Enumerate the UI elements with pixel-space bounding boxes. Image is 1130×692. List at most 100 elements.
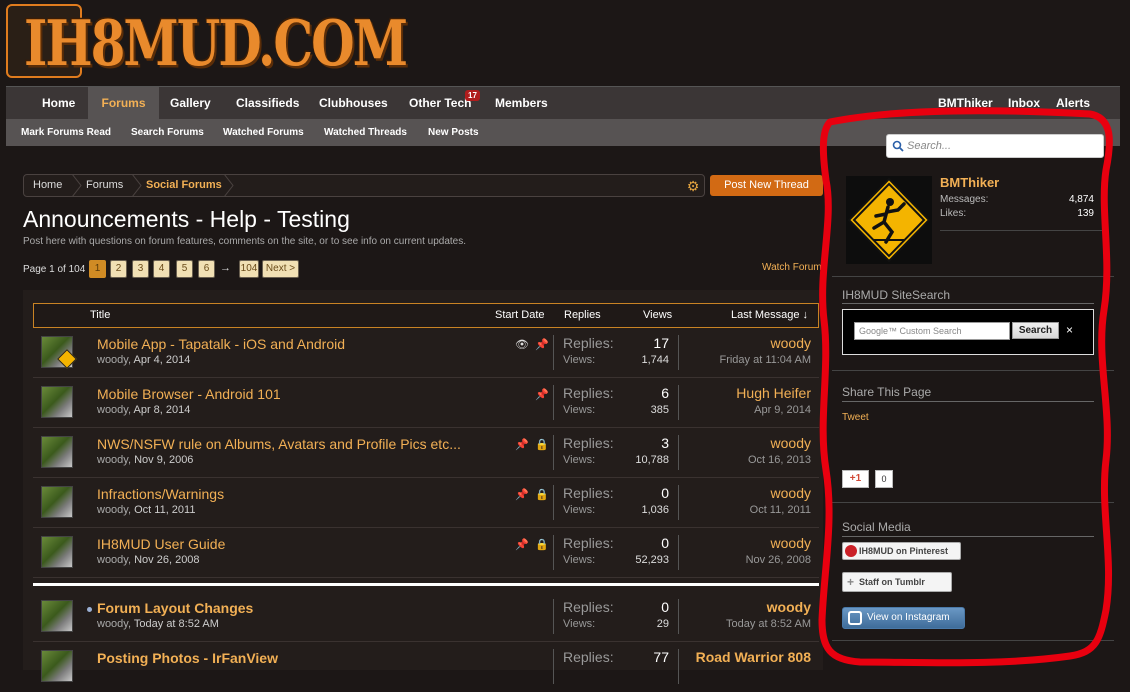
- divider: [553, 535, 554, 570]
- nav-classifieds[interactable]: Classifieds: [226, 87, 309, 120]
- social-media-heading: Social Media: [842, 520, 911, 534]
- page-link-3[interactable]: 3: [132, 260, 149, 278]
- google-search-button[interactable]: Search: [1012, 322, 1059, 339]
- avatar[interactable]: [41, 386, 73, 418]
- last-message-date[interactable]: Nov 26, 2008: [746, 554, 811, 566]
- google-plus-button[interactable]: +1: [842, 470, 869, 488]
- user-name[interactable]: BMThiker: [940, 175, 999, 190]
- avatar[interactable]: [41, 600, 73, 632]
- thread-author[interactable]: woody: [97, 554, 128, 566]
- next-page-link[interactable]: Next >: [262, 260, 299, 278]
- last-message-user[interactable]: woody: [771, 335, 811, 351]
- search-forums-link[interactable]: Search Forums: [131, 119, 204, 146]
- col-replies[interactable]: Replies: [564, 304, 601, 327]
- thread-title[interactable]: Infractions/Warnings: [97, 486, 224, 502]
- nav-home[interactable]: Home: [32, 87, 85, 120]
- thread-title[interactable]: NWS/NSFW rule on Albums, Avatars and Pro…: [97, 436, 461, 452]
- breadcrumb-home[interactable]: Home: [33, 175, 62, 196]
- site-search-heading: IH8MUD SiteSearch: [842, 288, 951, 302]
- views-label: Views:: [563, 504, 596, 516]
- thread-author[interactable]: woody: [97, 454, 128, 466]
- thread-date: Nov 9, 2006: [134, 454, 194, 466]
- nav-members[interactable]: Members: [485, 87, 558, 120]
- sticky-divider: [33, 583, 819, 586]
- page-link-1[interactable]: 1: [89, 260, 106, 278]
- col-views[interactable]: Views: [643, 304, 672, 327]
- thread-author[interactable]: woody: [97, 354, 128, 366]
- pinterest-label: IH8MUD on Pinterest: [859, 546, 949, 556]
- divider: [832, 502, 1114, 503]
- breadcrumb-separator: [131, 174, 142, 197]
- thread-title[interactable]: Mobile Browser - Android 101: [97, 386, 281, 402]
- last-message-user[interactable]: woody: [771, 435, 811, 451]
- thread-title[interactable]: IH8MUD User Guide: [97, 536, 225, 552]
- avatar[interactable]: [41, 536, 73, 568]
- watched-forums-link[interactable]: Watched Forums: [223, 119, 304, 146]
- gear-icon[interactable]: ⚙: [685, 178, 701, 194]
- last-message-user[interactable]: woody: [771, 535, 811, 551]
- nav-gallery[interactable]: Gallery: [160, 87, 221, 120]
- nav-inbox[interactable]: Inbox: [998, 87, 1050, 120]
- replies-label: Replies:: [563, 335, 614, 351]
- thread-meta: woody, Apr 4, 2014: [97, 354, 191, 366]
- page-link-5[interactable]: 5: [176, 260, 193, 278]
- thread-author[interactable]: woody: [97, 404, 128, 416]
- tweet-button[interactable]: Tweet: [842, 412, 869, 423]
- mark-forums-read-link[interactable]: Mark Forums Read: [21, 119, 111, 146]
- views-count: 29: [656, 618, 669, 630]
- page-link-2[interactable]: 2: [110, 260, 127, 278]
- thread-title[interactable]: Forum Layout Changes: [97, 600, 253, 616]
- last-message-user[interactable]: Road Warrior 808: [696, 649, 811, 665]
- watch-forum-link[interactable]: Watch Forum: [762, 262, 822, 273]
- last-message-date[interactable]: Oct 11, 2011: [750, 504, 811, 516]
- page-label: Page 1 of 104: [23, 264, 86, 275]
- col-last-message[interactable]: Last Message ↓: [731, 304, 808, 327]
- last-message-user[interactable]: woody: [771, 485, 811, 501]
- page-link-4[interactable]: 4: [153, 260, 170, 278]
- post-new-thread-button[interactable]: Post New Thread: [710, 175, 823, 196]
- col-start-date[interactable]: Start Date: [495, 304, 545, 327]
- breadcrumb-social-forums[interactable]: Social Forums: [146, 175, 222, 196]
- table-row: Mobile Browser - Android 101 woody, Apr …: [33, 378, 819, 428]
- last-message-date[interactable]: Apr 9, 2014: [754, 404, 811, 416]
- site-logo[interactable]: IH8MUD.COM: [6, 4, 408, 80]
- replies-label: Replies:: [563, 599, 614, 615]
- nav-clubhouses[interactable]: Clubhouses: [309, 87, 398, 120]
- col-title[interactable]: Title: [90, 304, 110, 327]
- tumblr-button[interactable]: + Staff on Tumblr: [842, 572, 952, 592]
- likes-count[interactable]: 139: [1054, 208, 1094, 219]
- divider: [832, 370, 1114, 371]
- last-message-date[interactable]: Today at 8:52 AM: [726, 618, 811, 630]
- avatar[interactable]: [41, 650, 73, 682]
- instagram-button[interactable]: View on Instagram: [842, 607, 965, 629]
- messages-count[interactable]: 4,874: [1054, 194, 1094, 205]
- clear-search-icon[interactable]: ×: [1066, 323, 1073, 337]
- divider: [678, 435, 679, 470]
- avatar[interactable]: [41, 436, 73, 468]
- nav-forums[interactable]: Forums: [88, 87, 159, 120]
- watched-threads-link[interactable]: Watched Threads: [324, 119, 407, 146]
- thread-author[interactable]: woody: [97, 618, 128, 630]
- likes-label: Likes:: [940, 208, 967, 219]
- breadcrumb-forums[interactable]: Forums: [86, 175, 123, 196]
- thread-title[interactable]: Mobile App - Tapatalk - iOS and Android: [97, 336, 345, 352]
- page-link-6[interactable]: 6: [198, 260, 215, 278]
- last-message-user[interactable]: woody: [767, 599, 811, 615]
- google-search-input[interactable]: Google™ Custom Search: [854, 322, 1010, 340]
- search-input[interactable]: Search...: [886, 134, 1104, 158]
- views-count: 1,036: [641, 504, 669, 516]
- last-message-date[interactable]: Oct 16, 2013: [748, 454, 811, 466]
- last-message-user[interactable]: Hugh Heifer: [736, 385, 811, 401]
- nav-alerts[interactable]: Alerts: [1046, 87, 1100, 120]
- avatar[interactable]: [41, 486, 73, 518]
- user-avatar[interactable]: [846, 176, 932, 264]
- last-message-date[interactable]: Friday at 11:04 AM: [719, 354, 811, 366]
- thread-author[interactable]: woody: [97, 504, 128, 516]
- pinterest-button[interactable]: IH8MUD on Pinterest: [842, 542, 961, 560]
- page-link-last[interactable]: 104: [239, 260, 259, 278]
- new-posts-link[interactable]: New Posts: [428, 119, 479, 146]
- thread-title[interactable]: Posting Photos - IrFanView: [97, 650, 278, 666]
- nav-user-menu[interactable]: BMThiker: [928, 87, 1003, 120]
- replies-label: Replies:: [563, 435, 614, 451]
- divider: [832, 640, 1114, 641]
